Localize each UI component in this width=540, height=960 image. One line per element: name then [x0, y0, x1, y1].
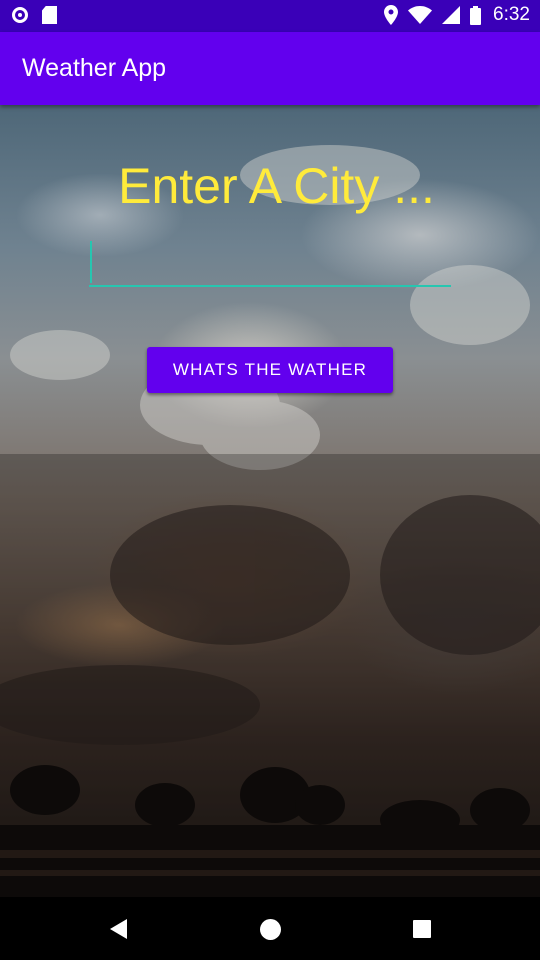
screen: 6:32 Weather App Enter A City ... WHATS …: [0, 0, 540, 960]
recents-button[interactable]: [410, 917, 434, 941]
dim-overlay: [0, 454, 540, 897]
circle-notification-icon: [12, 7, 28, 23]
app-bar: Weather App: [0, 32, 540, 105]
city-prompt-heading: Enter A City ...: [118, 158, 435, 214]
wifi-icon: [408, 6, 433, 24]
status-bar: 6:32: [0, 0, 540, 32]
home-button[interactable]: [258, 917, 282, 941]
city-input[interactable]: [89, 239, 451, 287]
sd-card-icon: [42, 6, 57, 24]
back-button[interactable]: [106, 917, 130, 941]
location-icon: [384, 5, 399, 25]
recents-icon: [413, 920, 431, 938]
home-icon: [259, 918, 281, 940]
signal-icon: [442, 6, 461, 24]
city-input-container[interactable]: [89, 239, 451, 289]
navigation-bar: [0, 897, 540, 960]
status-clock: 6:32: [493, 4, 530, 25]
main-content: Enter A City ... WHATS THE WATHER: [0, 105, 540, 897]
back-icon: [109, 919, 127, 939]
text-cursor: [90, 241, 92, 283]
battery-icon: [470, 5, 482, 25]
get-weather-button[interactable]: WHATS THE WATHER: [147, 347, 393, 393]
app-title: Weather App: [22, 54, 167, 82]
